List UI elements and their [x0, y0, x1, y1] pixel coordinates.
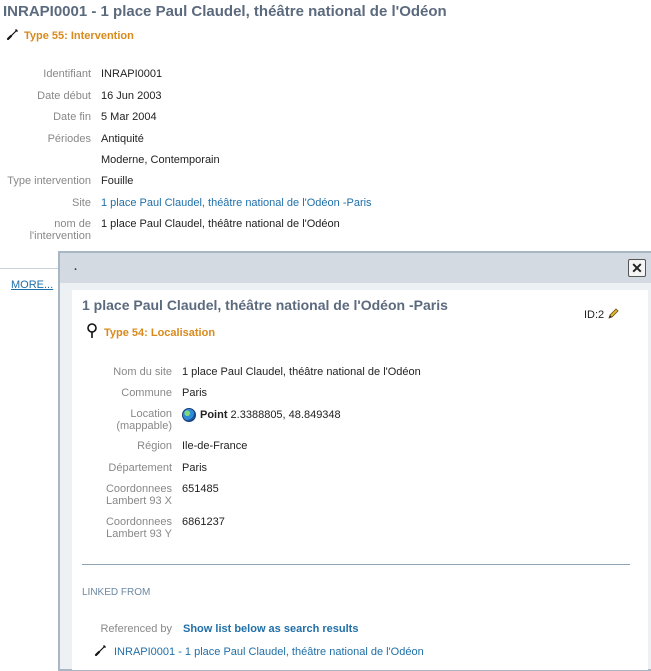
field-label: Coordonnees Lambert 93 X — [72, 483, 172, 507]
popup-type: Type 54: Localisation — [86, 323, 215, 342]
field-label-date-fin: Date fin — [53, 111, 91, 123]
field-label-periodes: Périodes — [47, 133, 91, 145]
trowel-icon — [94, 643, 108, 660]
close-icon: ✕ — [631, 259, 643, 276]
point-label: Point — [200, 408, 228, 421]
field-label: Location (mappable) — [72, 408, 172, 432]
popup-type-label: Type 54: Localisation — [104, 326, 216, 339]
record-type: Type 55: Intervention — [6, 27, 134, 44]
field-value-date-debut: 16 Jun 2003 — [101, 90, 162, 102]
field-label-date-debut: Date début — [37, 90, 91, 102]
popup-header-text: . — [74, 261, 78, 273]
linked-from-heading: LINKED FROM — [82, 587, 151, 598]
popup-header[interactable]: . ✕ — [60, 253, 651, 283]
record-id: ID:2 — [584, 308, 619, 322]
field-value: Paris — [182, 462, 208, 474]
linked-record-popup: . ✕ 1 place Paul Claudel, théâtre nation… — [58, 251, 651, 671]
field-label: Région — [137, 440, 172, 452]
field-value: Ile-de-France — [182, 440, 248, 452]
field-label: Département — [108, 462, 172, 474]
field-label-line1: Coordonnees — [105, 516, 172, 528]
field-label-identifiant: Identifiant — [43, 68, 91, 80]
section-divider — [82, 564, 630, 565]
point-coords: 2.3388805, 48.849348 — [227, 408, 341, 421]
field-value: Point 2.3388805, 48.849348 — [182, 408, 341, 422]
field-value-periode-1: Antiquité — [101, 133, 144, 145]
trowel-icon — [6, 27, 20, 44]
show-list-link[interactable]: Show list below as search results — [183, 623, 358, 635]
field-label-line1: nom de — [54, 218, 91, 230]
field-value-periode-2: Moderne, Contemporain — [101, 154, 220, 166]
globe-icon[interactable] — [182, 408, 196, 422]
divider — [0, 268, 58, 269]
field-value: 651485 — [182, 483, 219, 495]
field-value-nom-intervention: 1 place Paul Claudel, théâtre national d… — [101, 218, 340, 230]
popup-body: 1 place Paul Claudel, théâtre national d… — [72, 290, 648, 670]
field-label-line2: (mappable) — [116, 420, 172, 432]
field-label: Coordonnees Lambert 93 Y — [72, 516, 172, 540]
linked-item-link[interactable]: INRAPI0001 - 1 place Paul Claudel, théât… — [114, 646, 424, 658]
field-label: Commune — [121, 387, 172, 399]
popup-title: 1 place Paul Claudel, théâtre national d… — [82, 297, 448, 313]
record-id-label: ID:2 — [584, 309, 605, 321]
field-value-identifiant: INRAPI0001 — [101, 68, 163, 80]
more-link[interactable]: MORE... — [11, 279, 53, 291]
field-label: Nom du site — [113, 366, 172, 378]
field-label-type-intervention: Type intervention — [7, 175, 91, 187]
map-pin-icon — [86, 323, 98, 342]
linked-item: INRAPI0001 - 1 place Paul Claudel, théât… — [94, 643, 424, 660]
field-value: 1 place Paul Claudel, théâtre national d… — [182, 366, 421, 378]
pencil-icon[interactable] — [608, 308, 619, 322]
field-label-line1: Coordonnees — [105, 483, 172, 495]
close-button[interactable]: ✕ — [628, 259, 646, 277]
record-title: INRAPI0001 - 1 place Paul Claudel, théât… — [3, 3, 447, 20]
field-label-line2: Lambert 93 X — [105, 495, 172, 507]
referenced-by-label: Referenced by — [100, 623, 172, 635]
field-label-nom-intervention: nom de l'intervention — [0, 218, 91, 242]
field-label-line2: Lambert 93 Y — [106, 528, 172, 540]
field-value-date-fin: 5 Mar 2004 — [101, 111, 157, 123]
field-value: Paris — [182, 387, 208, 399]
record-type-label: Type 55: Intervention — [24, 29, 134, 42]
field-label-site: Site — [72, 197, 91, 209]
field-label-line2: l'intervention — [29, 230, 91, 242]
field-value-type-intervention: Fouille — [101, 175, 134, 187]
field-label-line1: Location — [130, 408, 172, 420]
site-link[interactable]: 1 place Paul Claudel, théâtre national d… — [101, 197, 372, 209]
field-value: 6861237 — [182, 516, 225, 528]
